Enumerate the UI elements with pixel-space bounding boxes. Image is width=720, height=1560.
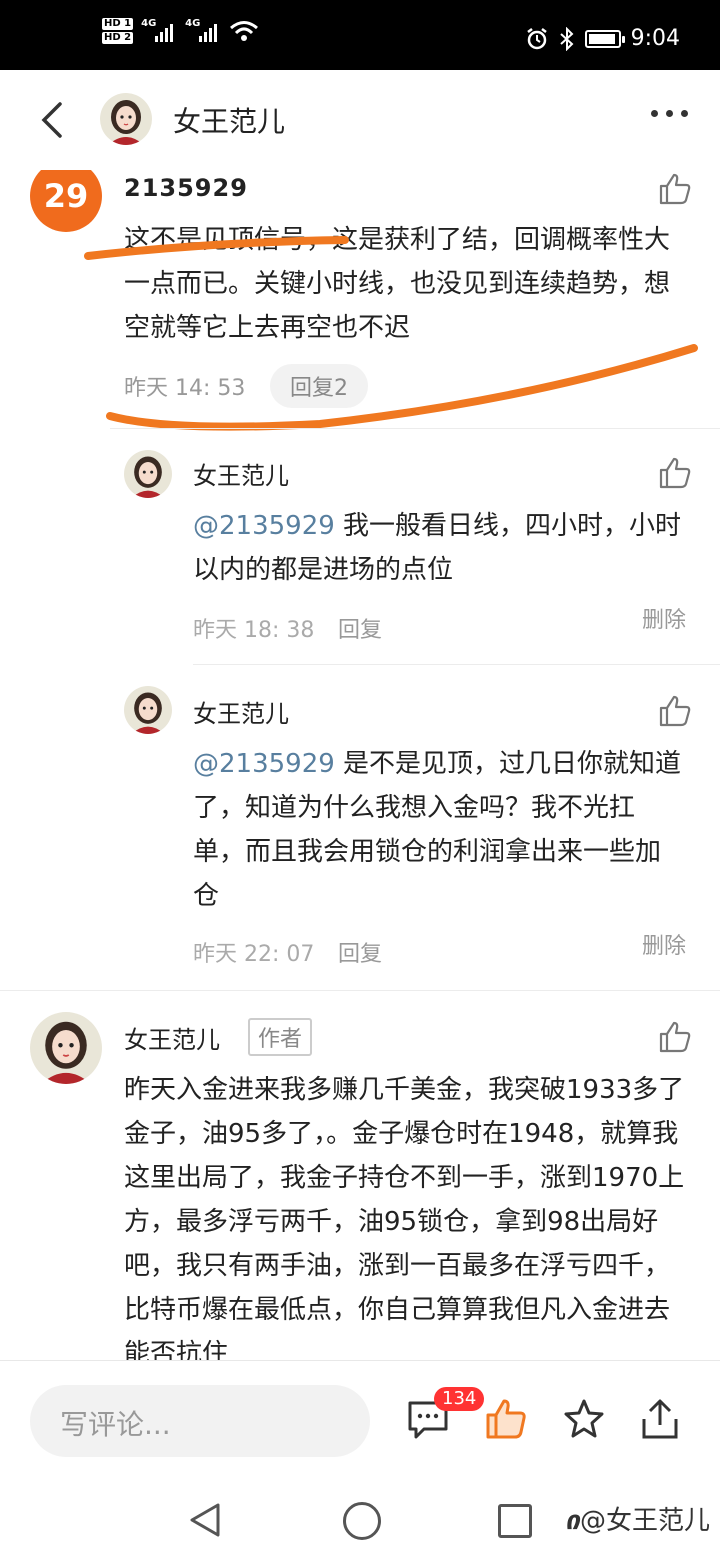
nav-recents-icon[interactable] [498, 1504, 532, 1538]
reply-button[interactable]: 回复 [338, 936, 382, 968]
like-icon[interactable] [658, 172, 692, 206]
wifi-icon [230, 21, 259, 41]
comment-time: 昨天 14: 53 [124, 376, 246, 401]
reply-button[interactable]: 回复 [338, 612, 382, 644]
comment-bar: 写评论... 134 [0, 1360, 720, 1481]
network-type-1: 4G [141, 18, 157, 29]
hd-indicator: HD 1 HD 2 [102, 18, 134, 44]
comment-username[interactable]: 2135929 [124, 174, 248, 202]
author-avatar[interactable] [100, 93, 152, 145]
hd1-label: HD 1 [102, 18, 134, 30]
battery-icon [584, 29, 625, 48]
comment-list: 29 2135929 这不是见顶信号，这是获利了结，回调概率性大一点而已。关键小… [0, 170, 720, 1360]
divider [110, 428, 720, 429]
alarm-icon [526, 27, 547, 49]
reply-avatar[interactable] [124, 686, 172, 734]
watermark: ი@女王范儿 [565, 1500, 710, 1537]
page-title: 女王范儿 [173, 105, 286, 138]
star-icon[interactable] [562, 1397, 606, 1441]
reply-text: @2135929 是不是见顶，过几日你就知道了，知道为什么我想入金吗？我不光扛单… [193, 742, 683, 918]
reply-time: 昨天 22: 07 [193, 942, 315, 967]
reply-text: @2135929 我一般看日线，四小时，小时以内的都是进场的点位 [193, 504, 683, 592]
comment-count-badge: 134 [434, 1387, 485, 1411]
share-icon[interactable] [638, 1397, 682, 1441]
bluetooth-icon [559, 26, 574, 51]
comment-text: 昨天入金进来我多赚几千美金，我突破1933多了金子，油95多了，。金子爆仓时在1… [124, 1075, 685, 1360]
mention-link[interactable]: @2135929 [193, 749, 335, 779]
signal-icon: 4G [141, 18, 177, 44]
like-icon[interactable] [658, 456, 692, 490]
reply-time: 昨天 18: 38 [193, 618, 315, 643]
comment-username[interactable]: 女王范儿 [124, 1020, 220, 1055]
like-icon[interactable] [484, 1397, 528, 1441]
divider [0, 990, 720, 991]
comment-input-placeholder: 写评论... [60, 1408, 171, 1441]
comment-avatar[interactable] [30, 1012, 102, 1084]
system-nav-bar: ი@女王范儿 [0, 1480, 720, 1560]
nav-home-icon[interactable] [343, 1502, 381, 1540]
back-arrow-icon[interactable] [34, 100, 74, 140]
more-options-icon[interactable] [651, 110, 688, 117]
mention-link[interactable]: @2135929 [193, 511, 335, 541]
nav-back-icon[interactable] [188, 1502, 222, 1538]
reply-count-button[interactable]: 回复2 [270, 364, 368, 408]
clock: 9:04 [630, 26, 680, 51]
comment-input[interactable]: 写评论... [30, 1385, 370, 1457]
network-type-2: 4G [185, 18, 201, 29]
reply-username[interactable]: 女王范儿 [193, 456, 289, 491]
hd2-label: HD 2 [102, 32, 134, 44]
like-icon[interactable] [658, 1020, 692, 1054]
author-tag: 作者 [248, 1018, 313, 1056]
divider [193, 664, 720, 665]
watermark-logo-icon: ი [565, 1506, 580, 1536]
delete-button[interactable]: 删除 [642, 928, 686, 960]
app-header: 女王范儿 [0, 70, 720, 170]
status-bar: HD 1 HD 2 4G 4G 9:04 [0, 0, 720, 70]
like-icon[interactable] [658, 694, 692, 728]
watermark-text: @女王范儿 [579, 1506, 710, 1536]
reply-avatar[interactable] [124, 450, 172, 498]
comment-text: 这不是见顶信号，这是获利了结，回调概率性大一点而已。关键小时线，也没见到连续趋势… [124, 225, 671, 343]
signal-icon-2: 4G [185, 18, 221, 44]
delete-button[interactable]: 删除 [642, 602, 686, 634]
reply-username[interactable]: 女王范儿 [193, 694, 289, 729]
rank-badge: 29 [30, 170, 102, 232]
